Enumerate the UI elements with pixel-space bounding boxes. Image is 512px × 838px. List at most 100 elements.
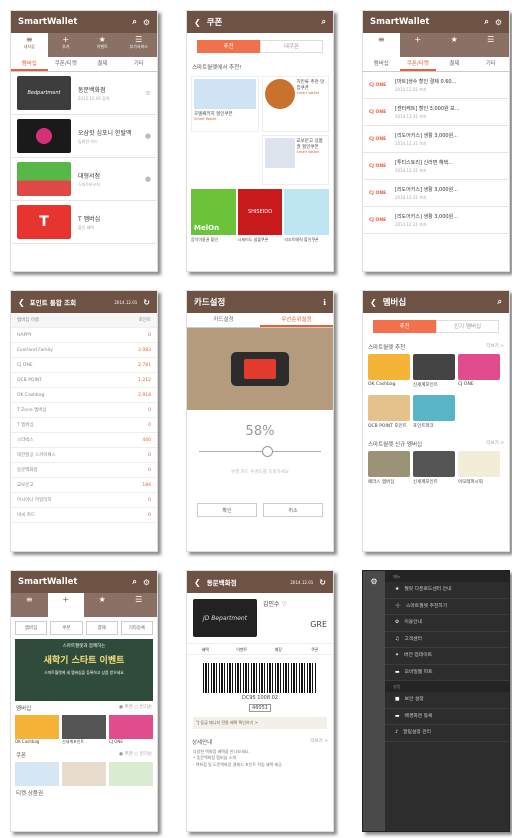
heart-icon[interactable]: ♡ bbox=[281, 601, 286, 608]
table-row[interactable]: 스타벅스 440 bbox=[11, 433, 157, 448]
opt-popular[interactable]: ○ 인기순 bbox=[134, 752, 152, 757]
tab-coupon[interactable]: 쿠폰/티켓 bbox=[399, 57, 436, 71]
refresh-icon[interactable]: ↻ bbox=[143, 298, 150, 307]
search-icon[interactable]: ⌕ bbox=[132, 17, 136, 27]
tab-etc[interactable]: 기타 bbox=[473, 57, 510, 71]
table-row[interactable]: 대한항공 스카이패스 0 bbox=[11, 448, 157, 463]
coupon-image[interactable] bbox=[15, 762, 59, 786]
search-icon[interactable]: ⌕ bbox=[484, 17, 488, 27]
tab-payment[interactable]: 결제 bbox=[436, 57, 473, 71]
coupon-card[interactable]: MelOn 음악이용권 할인 bbox=[191, 189, 236, 243]
menu-item[interactable]: ▬ 모바일웹 파트 bbox=[385, 665, 509, 681]
membership-card[interactable]: 신세계포인트 bbox=[413, 354, 455, 388]
tab-payment[interactable]: 결제 bbox=[84, 57, 121, 71]
opt-popular[interactable]: ○ 인기순 bbox=[134, 705, 152, 710]
more-link[interactable]: 더보기 > bbox=[486, 343, 504, 351]
menu-item[interactable]: ⚙ 이용안내 bbox=[385, 615, 509, 632]
back-icon[interactable]: ❮ bbox=[18, 298, 25, 307]
settings-icon[interactable]: ⚙ bbox=[495, 18, 502, 27]
more-link[interactable]: 더보기 > bbox=[310, 738, 328, 746]
tab-priority[interactable]: 우선순위설정 bbox=[260, 313, 333, 327]
nav-event[interactable]: ★ 이벤트 bbox=[84, 33, 121, 57]
cat-membership[interactable]: 멤버십 bbox=[15, 621, 48, 635]
menu-icon[interactable]: ≡ bbox=[145, 89, 151, 97]
tab-coupon[interactable]: 쿠폰 bbox=[297, 644, 334, 654]
opt-recommend[interactable]: ● 추천 bbox=[119, 752, 133, 757]
membership-card[interactable]: 페라스 멤버십 bbox=[368, 451, 410, 485]
tab-card-setting[interactable]: 카드설정 bbox=[187, 313, 260, 327]
search-icon[interactable]: ⌕ bbox=[498, 297, 502, 307]
tab-membership[interactable]: 멤버십 bbox=[363, 57, 400, 71]
membership-card[interactable]: 신세계포인트 bbox=[413, 451, 455, 485]
list-item[interactable]: CJ ONE [리도어키스] 생활 3,000원... 2014.12.31 까지 bbox=[363, 207, 509, 234]
menu-item[interactable]: ➕ 스마트월렛 추천하기 bbox=[385, 599, 509, 615]
nav-event[interactable]: ★ bbox=[436, 33, 473, 57]
membership-card[interactable]: CJ ONE bbox=[109, 715, 153, 745]
nav-wallet[interactable]: ≡ 내지갑 bbox=[11, 33, 48, 57]
confirm-button[interactable]: 확인 bbox=[197, 503, 257, 517]
settings-icon[interactable]: ⚙ bbox=[143, 578, 150, 587]
list-item[interactable]: 대형서점 스마트바우처 ● bbox=[11, 158, 157, 201]
list-item[interactable]: 오삼핫 심포니 한탈맥 등록한 카드 ● bbox=[11, 115, 157, 158]
membership-card[interactable]: CJ ONE bbox=[458, 354, 500, 388]
coupon-card[interactable]: 치킨류 추천 맛집쿠폰 Smart Wallet bbox=[261, 76, 329, 132]
toggle-dot-icon[interactable]: ● bbox=[145, 175, 151, 183]
nav-wallet[interactable]: ≡ bbox=[363, 33, 400, 57]
back-icon[interactable]: ❮ bbox=[194, 18, 201, 27]
membership-card[interactable]: 신세계포인트 bbox=[62, 715, 106, 745]
coupon-card[interactable]: 리조트매직 할인쿠폰 bbox=[284, 189, 330, 243]
list-item[interactable]: CJ ONE [센터케트] 할인 3,000원 보... 2014.12.31 까지 bbox=[363, 99, 509, 126]
table-row[interactable]: Everland Family 2,083 bbox=[11, 343, 157, 358]
opt-recommend[interactable]: ● 추천 bbox=[119, 705, 133, 710]
membership-card[interactable]: 포인트파크 bbox=[413, 395, 455, 429]
nav-event[interactable]: ★ bbox=[84, 593, 121, 617]
nav-wallet[interactable]: ≡ bbox=[11, 593, 48, 617]
table-row[interactable]: 아시아나 마일리지 0 bbox=[11, 493, 157, 508]
nav-add[interactable]: + bbox=[47, 593, 84, 617]
membership-card[interactable]: OK Cashbag bbox=[15, 715, 59, 745]
table-row[interactable]: T 멤버십 0 bbox=[11, 418, 157, 433]
search-icon[interactable]: ⌕ bbox=[132, 577, 136, 587]
nav-add[interactable]: + bbox=[400, 33, 437, 57]
nav-extra[interactable]: ☰ bbox=[473, 33, 510, 57]
tab-coupon[interactable]: 쿠폰/티켓 bbox=[48, 57, 85, 71]
tab-membership[interactable]: 멤버십 bbox=[11, 57, 48, 71]
nav-extra[interactable]: ☰ 부가서비스 bbox=[121, 33, 158, 57]
menu-item[interactable]: ★ 월릿 다운로드센터 안내 bbox=[385, 582, 509, 599]
coupon-image[interactable] bbox=[62, 762, 106, 786]
cat-coupon[interactable]: 쿠폰 bbox=[50, 621, 83, 635]
table-row[interactable]: CJ ONE 2,781 bbox=[11, 358, 157, 373]
table-row[interactable]: OK Cashbag 2,918 bbox=[11, 388, 157, 403]
membership-card[interactable]: 아모레퍼시픽 bbox=[458, 451, 500, 485]
settings-icon[interactable]: ⚙ bbox=[363, 571, 385, 831]
menu-item[interactable]: ♪ 알림설정 관리 bbox=[385, 725, 509, 742]
seg-popular[interactable]: 인기 멤버십 bbox=[436, 320, 499, 333]
more-link[interactable]: 더보기 > bbox=[486, 440, 504, 448]
list-item[interactable]: Bedpartment 동문백화점 2015.10.06 등록 ≡ bbox=[11, 72, 157, 115]
slider-knob[interactable] bbox=[262, 446, 274, 457]
back-icon[interactable]: ❮ bbox=[370, 298, 377, 307]
seg-recommend[interactable]: 추천 bbox=[373, 320, 436, 333]
tab-etc[interactable]: 기타 bbox=[121, 57, 158, 71]
settings-icon[interactable]: ⚙ bbox=[143, 18, 150, 27]
list-item[interactable]: CJ ONE [마트]생수 할인 결제 0.60... 2014.12.01 까지 bbox=[363, 72, 509, 99]
table-row[interactable]: 교보문고 184 bbox=[11, 478, 157, 493]
coupon-card[interactable]: 호텔패키지 할인쿠폰 Smart Wallet bbox=[191, 76, 259, 132]
cat-payment[interactable]: 결제 bbox=[85, 621, 118, 635]
tab-benefit[interactable]: 혜택 bbox=[187, 644, 224, 654]
table-row[interactable]: OCB POINT 1,212 bbox=[11, 373, 157, 388]
list-item[interactable]: T T 멤버십 할인 혜택 bbox=[11, 201, 157, 244]
seg-recommend[interactable]: 추천 bbox=[197, 40, 260, 53]
coupon-image[interactable] bbox=[109, 762, 153, 786]
seg-my-coupon[interactable]: 내쿠폰 bbox=[260, 40, 323, 53]
tab-event[interactable]: 이벤트 bbox=[224, 644, 261, 654]
list-item[interactable]: CJ ONE [리도어키스] 생활 3,000원... 2014.12.31 까지 bbox=[363, 180, 509, 207]
toggle-dot-icon[interactable]: ● bbox=[145, 132, 151, 140]
table-row[interactable]: 동문백화점 0 bbox=[11, 463, 157, 478]
promo-banner[interactable]: “J 등급 매니저 전용 혜택 확인하기 > bbox=[193, 717, 327, 729]
refresh-icon[interactable]: ↻ bbox=[319, 578, 326, 587]
table-row[interactable]: HAPPY 0 bbox=[11, 328, 157, 343]
event-banner[interactable]: 스마트월렛과 함께하는 새학기 스타트 이벤트 스마트월렛에 새 멤버십을 등록… bbox=[15, 639, 153, 701]
nav-extra[interactable]: ☰ bbox=[121, 593, 158, 617]
tab-store[interactable]: 매장 bbox=[260, 644, 297, 654]
